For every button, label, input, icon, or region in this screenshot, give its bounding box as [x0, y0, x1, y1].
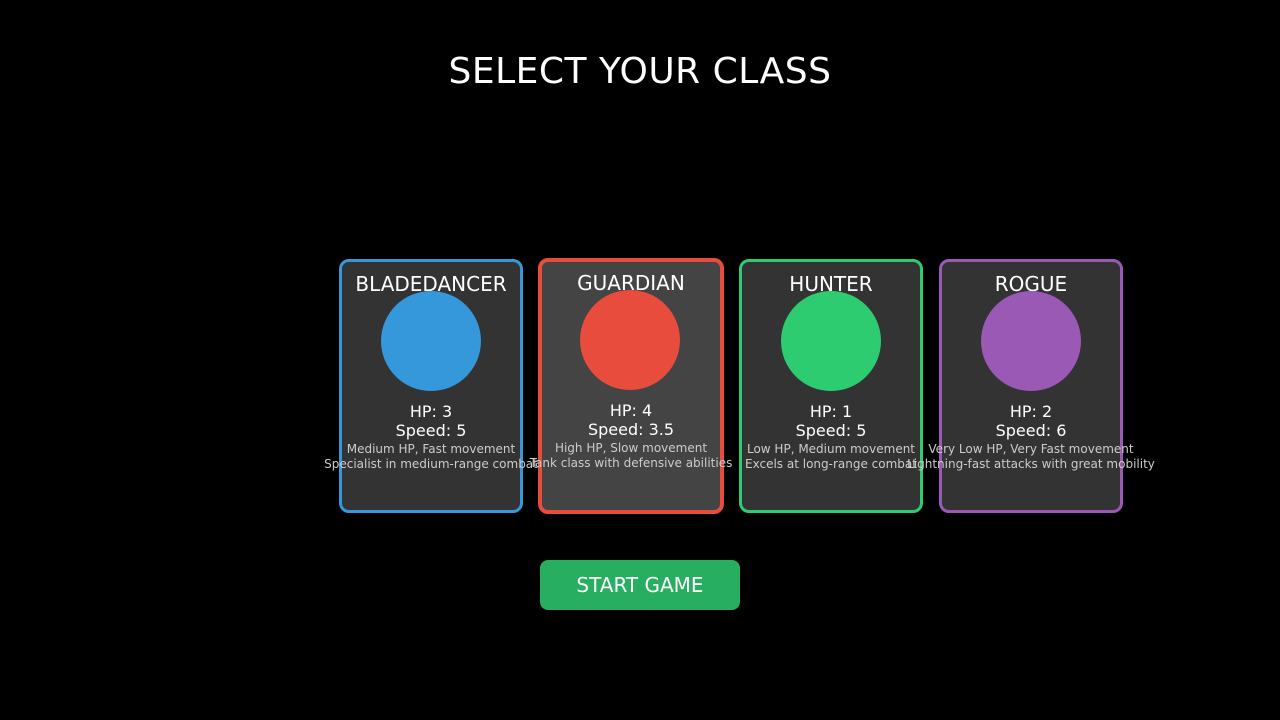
class-description-line-2: Lightning-fast attacks with great mobili… [907, 457, 1155, 471]
class-card-hunter[interactable]: HUNTER HP: 1 Speed: 5 Low HP, Medium mov… [739, 259, 923, 513]
start-game-button[interactable]: START GAME [540, 560, 740, 610]
class-select-screen: SELECT YOUR CLASS BLADEDANCER HP: 3 Spee… [0, 0, 1280, 720]
class-card-bladedancer[interactable]: BLADEDANCER HP: 3 Speed: 5 Medium HP, Fa… [324, 259, 538, 513]
class-card-guardian[interactable]: GUARDIAN HP: 4 Speed: 3.5 High HP, Slow … [530, 258, 732, 514]
class-portrait-circle [981, 291, 1081, 391]
screen-title: SELECT YOUR CLASS [448, 51, 832, 92]
class-portrait-circle [381, 291, 481, 391]
class-portrait-circle [580, 290, 680, 390]
class-portrait-circle [781, 291, 881, 391]
class-card-rogue[interactable]: ROGUE HP: 2 Speed: 6 Very Low HP, Very F… [907, 259, 1155, 513]
class-speed: Speed: 6 [995, 421, 1067, 440]
class-description-line-1: Very Low HP, Very Fast movement [928, 442, 1134, 456]
class-hp: HP: 2 [1009, 402, 1053, 421]
